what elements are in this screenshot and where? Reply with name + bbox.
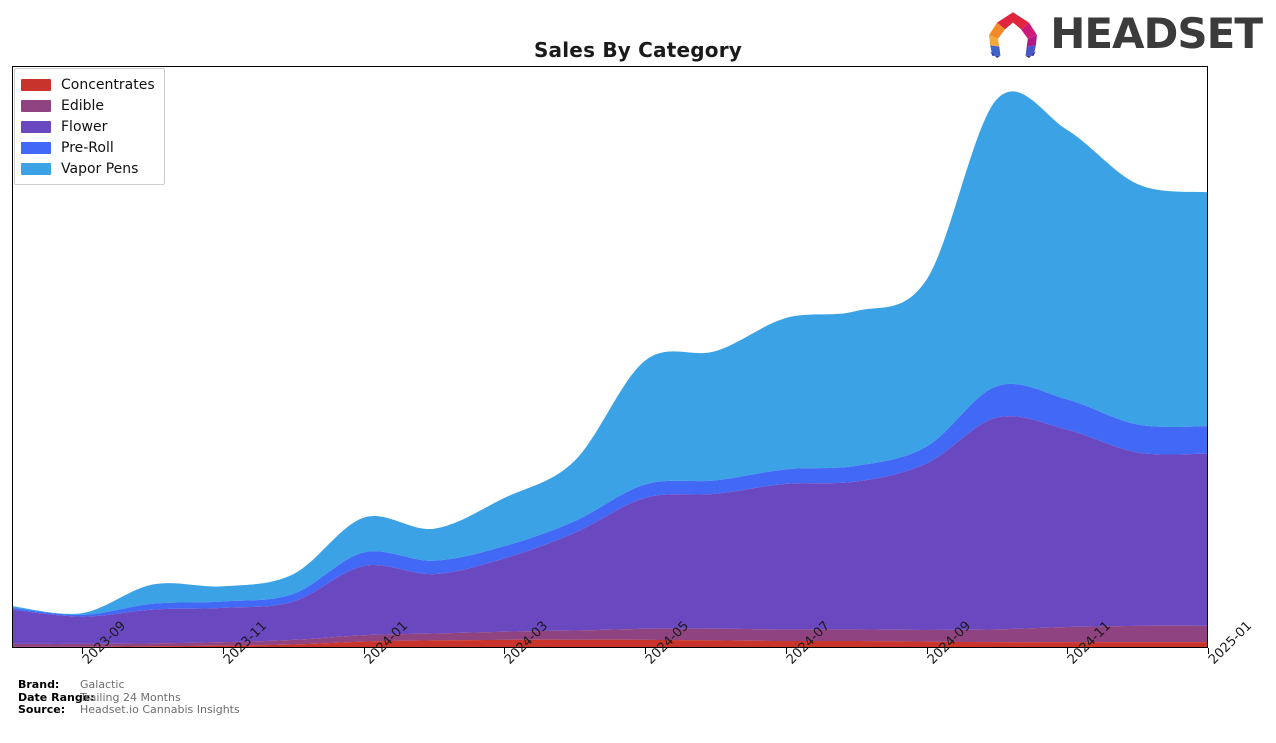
x-axis-tick-label: 2025-01 xyxy=(1206,618,1256,668)
brand-logo: HEADSET xyxy=(984,9,1263,58)
legend-item[interactable]: Pre-Roll xyxy=(21,137,155,158)
footer-meta-value: Galactic xyxy=(80,678,125,691)
legend-swatch-icon xyxy=(21,99,51,112)
stacked-area-chart xyxy=(12,91,1208,648)
legend-swatch-icon xyxy=(21,141,51,154)
legend-item-label: Vapor Pens xyxy=(61,160,139,177)
footer-meta-value: Headset.io Cannabis Insights xyxy=(80,703,240,717)
footer-meta-key: Source: xyxy=(18,703,66,717)
footer-meta-key: Brand: xyxy=(18,678,60,691)
footer-meta-row: Brand: Galactic xyxy=(18,678,240,692)
legend-item[interactable]: Edible xyxy=(21,95,155,116)
legend-swatch-icon xyxy=(21,78,51,91)
chart-plot-area xyxy=(12,66,1208,648)
legend-item[interactable]: Vapor Pens xyxy=(21,158,155,179)
headset-ring-logo-icon xyxy=(989,12,1038,58)
footer-meta-row: Source: Headset.io Cannabis Insights xyxy=(18,704,240,717)
legend-item-label: Concentrates xyxy=(61,76,155,93)
legend-swatch-icon xyxy=(21,162,51,175)
legend-item-label: Pre-Roll xyxy=(61,139,114,156)
chart-legend: Concentrates Edible Flower Pre-Roll Vapor Pe… xyxy=(14,68,165,185)
legend-item[interactable]: Concentrates xyxy=(21,74,155,95)
footer-metadata: Brand: Galactic Date Range: Trailing 24 Mon… xyxy=(18,678,240,717)
legend-item-label: Flower xyxy=(61,118,108,135)
legend-item[interactable]: Flower xyxy=(21,116,155,137)
legend-swatch-icon xyxy=(21,120,51,133)
brand-wordmark: HEADSET xyxy=(1050,9,1263,58)
legend-item-label: Edible xyxy=(61,97,105,114)
chart-page: Sales By Category HEADSET Concentrates Ed… xyxy=(0,0,1276,743)
